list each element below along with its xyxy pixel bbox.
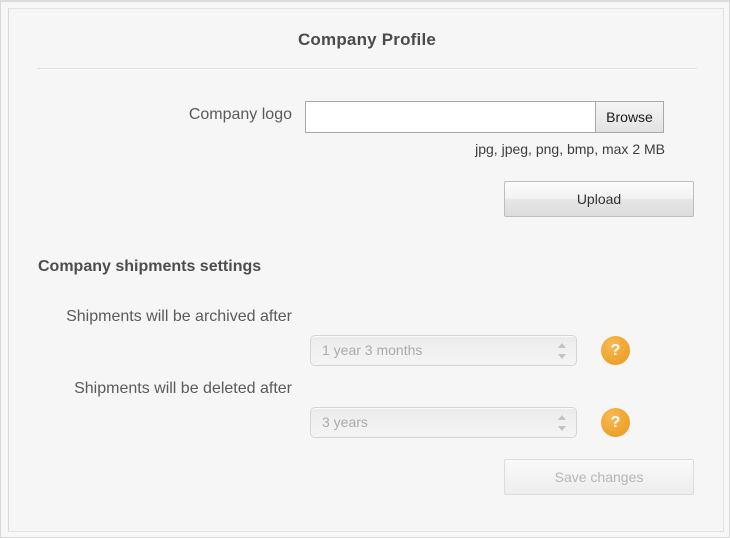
page-title: Company Profile bbox=[297, 30, 437, 49]
help-icon[interactable]: ? bbox=[601, 336, 630, 365]
company-logo-label: Company logo bbox=[188, 106, 292, 123]
company-profile-panel: Company Profile Company logo Browse jpg,… bbox=[8, 8, 724, 532]
company-logo-row: Company logo Browse bbox=[9, 101, 725, 133]
file-path-input[interactable] bbox=[306, 102, 596, 132]
upload-button[interactable]: Upload bbox=[504, 181, 694, 217]
app-window: Company Profile Company logo Browse jpg,… bbox=[0, 0, 730, 538]
shipments-archive-select[interactable]: 1 year 3 months bbox=[310, 335, 577, 366]
shipments-delete-label: Shipments will be deleted after bbox=[74, 380, 292, 397]
spinner-arrows-icon[interactable] bbox=[558, 414, 567, 432]
help-icon[interactable]: ? bbox=[601, 408, 630, 437]
file-format-hint: jpg, jpeg, png, bmp, max 2 MB bbox=[475, 141, 665, 157]
spinner-arrows-icon[interactable] bbox=[558, 342, 567, 360]
save-changes-button[interactable]: Save changes bbox=[504, 459, 694, 495]
title-divider bbox=[37, 68, 697, 70]
company-logo-file-field[interactable]: Browse bbox=[305, 101, 664, 133]
shipments-settings-heading: Company shipments settings bbox=[38, 258, 262, 275]
shipments-delete-select-value: 3 years bbox=[322, 414, 368, 430]
shipments-delete-select[interactable]: 3 years bbox=[310, 407, 577, 438]
shipments-archive-label: Shipments will be archived after bbox=[66, 308, 292, 325]
shipments-archive-select-value: 1 year 3 months bbox=[322, 342, 423, 358]
browse-button[interactable]: Browse bbox=[596, 102, 663, 132]
